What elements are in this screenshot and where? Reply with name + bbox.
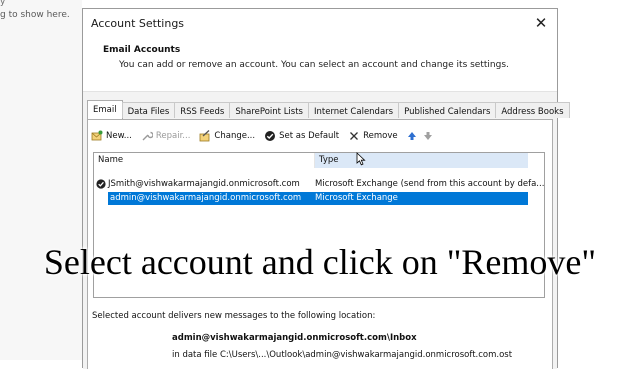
change-button[interactable]: Change...	[199, 130, 255, 142]
account-type: Microsoft Exchange (send from this accou…	[315, 179, 545, 189]
dialog-title: Account Settings	[91, 17, 185, 30]
remove-x-icon	[348, 130, 360, 142]
repair-label: Repair...	[155, 131, 191, 141]
repair-button[interactable]: Repair...	[141, 130, 191, 142]
tab-address-books[interactable]: Address Books	[495, 102, 570, 118]
set-as-default-label: Set as Default	[279, 131, 340, 141]
background-text-fragment: y	[0, 0, 6, 7]
background-window: y g to show here.	[0, 0, 82, 360]
checkmark-circle-icon	[264, 130, 276, 142]
column-header-type[interactable]: Type	[314, 153, 528, 168]
new-account-button[interactable]: New...	[91, 130, 132, 142]
set-as-default-button[interactable]: Set as Default	[264, 130, 339, 142]
column-header-name[interactable]: Name	[98, 153, 312, 168]
close-icon: ✕	[534, 14, 548, 32]
new-account-label: New...	[106, 131, 132, 141]
account-name: admin@vishwakarmajangid.onmicrosoft.com	[110, 193, 302, 203]
account-type: Microsoft Exchange	[315, 193, 398, 203]
change-icon	[199, 130, 211, 142]
move-up-icon[interactable]	[407, 130, 417, 142]
wrench-icon	[141, 130, 153, 142]
dialog-titlebar[interactable]: Account Settings ✕	[83, 9, 557, 39]
mouse-cursor-icon	[356, 152, 366, 166]
account-row[interactable]: JSmith@vishwakarmajangid.onmicrosoft.com…	[96, 178, 544, 191]
header-divider	[83, 91, 557, 92]
tab-rss-feeds[interactable]: RSS Feeds	[174, 102, 231, 118]
default-account-check-icon	[96, 179, 106, 189]
account-toolbar: New... Repair... Change... Set as Defaul…	[91, 128, 439, 144]
tutorial-caption: Select account and click on "Remove"	[43, 242, 597, 282]
section-title: Email Accounts	[103, 45, 181, 55]
tab-sharepoint-lists[interactable]: SharePoint Lists	[229, 102, 309, 118]
tab-published-calendars[interactable]: Published Calendars	[398, 102, 497, 118]
delivery-location-label: Selected account delivers new messages t…	[92, 311, 376, 321]
account-name: JSmith@vishwakarmajangid.onmicrosoft.com	[108, 179, 300, 189]
delivery-data-file-path: in data file C:\Users\...\Outlook\admin@…	[172, 350, 513, 360]
move-down-icon[interactable]	[423, 130, 433, 142]
background-hint-text: g to show here.	[0, 10, 70, 20]
section-description: You can add or remove an account. You ca…	[119, 60, 509, 70]
tab-strip: Email Data Files RSS Feeds SharePoint Li…	[87, 100, 570, 120]
new-account-icon	[91, 130, 103, 142]
tab-email[interactable]: Email	[87, 100, 123, 119]
close-button[interactable]: ✕	[531, 13, 551, 33]
account-row-selected[interactable]: admin@vishwakarmajangid.onmicrosoft.com …	[108, 192, 528, 205]
delivery-inbox-path: admin@vishwakarmajangid.onmicrosoft.com\…	[172, 333, 417, 343]
change-label: Change...	[214, 131, 256, 141]
tab-data-files[interactable]: Data Files	[121, 102, 176, 118]
remove-button[interactable]: Remove	[348, 130, 398, 142]
background-window-right	[557, 0, 640, 360]
remove-label: Remove	[363, 131, 398, 141]
tab-internet-calendars[interactable]: Internet Calendars	[307, 102, 400, 118]
